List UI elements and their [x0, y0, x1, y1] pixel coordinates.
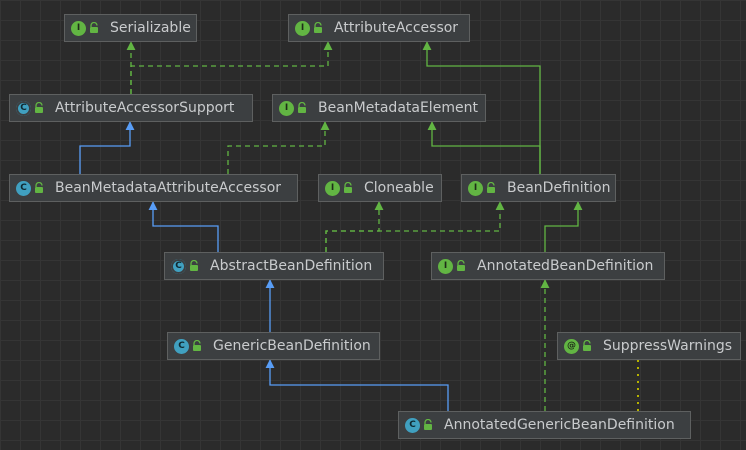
- annotation-icon: @: [564, 338, 579, 354]
- lock-icon: [35, 102, 43, 113]
- node-serializable[interactable]: I Serializable: [64, 14, 197, 42]
- node-label: SuppressWarnings: [603, 338, 733, 354]
- edge-abstract-bean-definition-to-bean-definition: [325, 201, 505, 252]
- class-icon: C: [174, 338, 189, 354]
- interface-icon: I: [295, 20, 310, 36]
- interface-icon: I: [438, 258, 453, 274]
- node-bean-definition[interactable]: I BeanDefinition: [461, 174, 616, 202]
- node-label: BeanMetadataElement: [318, 100, 478, 116]
- node-label: BeanMetadataAttributeAccessor: [55, 180, 282, 196]
- interface-icon: I: [325, 180, 340, 196]
- class-icon: C: [405, 417, 420, 433]
- interface-icon: I: [468, 180, 483, 196]
- lock-icon: [190, 260, 198, 271]
- lock-icon: [344, 182, 352, 193]
- node-cloneable[interactable]: I Cloneable: [318, 174, 442, 202]
- node-attribute-accessor-support[interactable]: C AttributeAccessorSupport: [9, 94, 253, 122]
- edge-abstract-bean-definition-to-cloneable: [325, 201, 384, 252]
- node-bean-metadata-element[interactable]: I BeanMetadataElement: [272, 94, 486, 122]
- lock-icon: [35, 182, 43, 193]
- node-generic-bean-definition[interactable]: C GenericBeanDefinition: [167, 332, 380, 360]
- node-annotated-generic-bean-definition[interactable]: C AnnotatedGenericBeanDefinition: [398, 411, 691, 439]
- lock-icon: [424, 419, 432, 430]
- edge-annotated-bean-definition-to-bean-definition: [544, 201, 583, 252]
- lock-icon: [298, 102, 306, 113]
- node-label: AbstractBeanDefinition: [210, 258, 373, 274]
- node-label: BeanDefinition: [507, 180, 611, 196]
- node-annotated-bean-definition[interactable]: I AnnotatedBeanDefinition: [431, 252, 665, 280]
- abstract-class-icon: C: [16, 100, 31, 116]
- abstract-class-icon: C: [171, 258, 186, 274]
- node-label: AnnotatedBeanDefinition: [477, 258, 654, 274]
- inheritance-edges: [79, 41, 639, 411]
- node-abstract-bean-definition[interactable]: C AbstractBeanDefinition: [164, 252, 384, 280]
- lock-icon: [583, 340, 591, 351]
- edge-bean-metadata-attribute-accessor-to-bean-metadata-element: [227, 121, 330, 174]
- edge-attribute-accessor-support-to-attribute-accessor: [130, 41, 333, 94]
- node-attribute-accessor[interactable]: I AttributeAccessor: [288, 14, 470, 42]
- lock-icon: [457, 260, 465, 271]
- interface-icon: I: [279, 100, 294, 116]
- edge-bean-definition-to-bean-metadata-element: [427, 121, 541, 174]
- node-label: Serializable: [110, 20, 191, 36]
- interface-icon: I: [71, 20, 86, 36]
- lock-icon: [487, 182, 495, 193]
- lock-icon: [90, 22, 98, 33]
- node-label: Cloneable: [364, 180, 434, 196]
- node-label: AttributeAccessorSupport: [55, 100, 235, 116]
- lock-icon: [193, 340, 201, 351]
- edge-abstract-bean-definition-to-bean-metadata-attribute-accessor: [148, 201, 219, 252]
- edge-bean-metadata-attribute-accessor-to-attribute-accessor-support: [79, 121, 135, 174]
- node-label: GenericBeanDefinition: [213, 338, 371, 354]
- node-label: AttributeAccessor: [334, 20, 459, 36]
- node-label: AnnotatedGenericBeanDefinition: [444, 417, 675, 433]
- class-icon: C: [16, 180, 31, 196]
- edge-annotated-generic-bean-definition-to-generic-bean-definition: [265, 359, 449, 411]
- lock-icon: [314, 22, 322, 33]
- node-suppress-warnings[interactable]: @ SuppressWarnings: [557, 332, 741, 360]
- node-bean-metadata-attribute-accessor[interactable]: C BeanMetadataAttributeAccessor: [9, 174, 298, 202]
